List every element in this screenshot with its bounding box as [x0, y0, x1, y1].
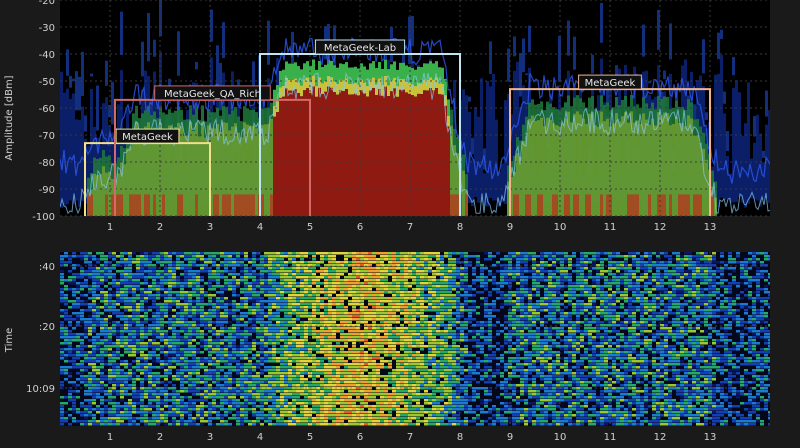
x-tick-label: 3 — [207, 222, 213, 233]
y-tick-label: -50 — [39, 77, 55, 88]
waterfall-x-ticks: 1 2 3 4 5 6 7 8 9 10 11 12 13 — [107, 432, 717, 443]
spectrum-x-ticks: 1 2 3 4 5 6 7 8 9 10 11 12 13 — [107, 222, 717, 233]
waterfall-y-tick-label: 10:09 — [26, 384, 55, 395]
y-tick-label: -90 — [39, 185, 55, 196]
y-tick-label: -80 — [39, 158, 55, 169]
y-tick-label: -70 — [39, 131, 55, 142]
x-tick-label: 8 — [457, 222, 463, 233]
y-tick-label: -60 — [39, 104, 55, 115]
x-tick-label: 13 — [704, 222, 717, 233]
y-tick-label: -100 — [32, 212, 55, 223]
x-tick-label: 6 — [357, 222, 363, 233]
waterfall-y-tick-label: :40 — [39, 262, 55, 273]
waterfall-x-tick-label: 3 — [207, 432, 213, 443]
waterfall-x-tick-label: 2 — [157, 432, 163, 443]
network-label: MetaGeek-Lab — [324, 43, 396, 54]
waterfall-y-ticks: :40 :20 10:09 — [26, 262, 55, 395]
x-tick-label: 12 — [654, 222, 667, 233]
x-tick-label: 2 — [157, 222, 163, 233]
spectrum-y-axis-label: Amplitude [dBm] — [4, 75, 15, 160]
waterfall-x-tick-label: 9 — [507, 432, 513, 443]
waterfall-x-tick-label: 6 — [357, 432, 363, 443]
waterfall-y-tick-label: :20 — [39, 322, 55, 333]
waterfall-x-tick-label: 1 — [107, 432, 113, 443]
waterfall-y-axis-label: Time — [4, 328, 15, 353]
x-tick-label: 7 — [407, 222, 413, 233]
network-label: MetaGeek_QA_Rich — [164, 89, 261, 100]
y-tick-label: -30 — [39, 23, 55, 34]
x-tick-label: 10 — [554, 222, 567, 233]
x-tick-label: 1 — [107, 222, 113, 233]
y-tick-label: -40 — [39, 50, 55, 61]
waterfall-x-tick-label: 8 — [457, 432, 463, 443]
network-label: MetaGeek — [585, 78, 636, 89]
x-tick-label: 4 — [257, 222, 263, 233]
waterfall-x-tick-label: 12 — [654, 432, 667, 443]
spectrum-y-ticks: -20 -30 -40 -50 -60 -70 -80 -90 -100 — [32, 0, 55, 223]
x-tick-label: 9 — [507, 222, 513, 233]
spectrum-chart: MetaGeek MetaGeek_QA_Rich MetaGeek-Lab Meta… — [4, 0, 770, 233]
network-label: MetaGeek — [122, 132, 173, 143]
y-tick-label: -20 — [39, 0, 55, 7]
waterfall-chart: :40:2010:09 1 2 3 4 5 6 7 8 9 10 11 12 13 Time — [4, 252, 770, 443]
waterfall-x-tick-label: 5 — [307, 432, 313, 443]
waterfall-x-tick-label: 4 — [257, 432, 263, 443]
waterfall-x-tick-label: 13 — [704, 432, 717, 443]
x-tick-label: 5 — [307, 222, 313, 233]
waterfall-x-tick-label: 10 — [554, 432, 567, 443]
waterfall-x-tick-label: 11 — [604, 432, 617, 443]
waterfall-x-tick-label: 7 — [407, 432, 413, 443]
x-tick-label: 11 — [604, 222, 617, 233]
